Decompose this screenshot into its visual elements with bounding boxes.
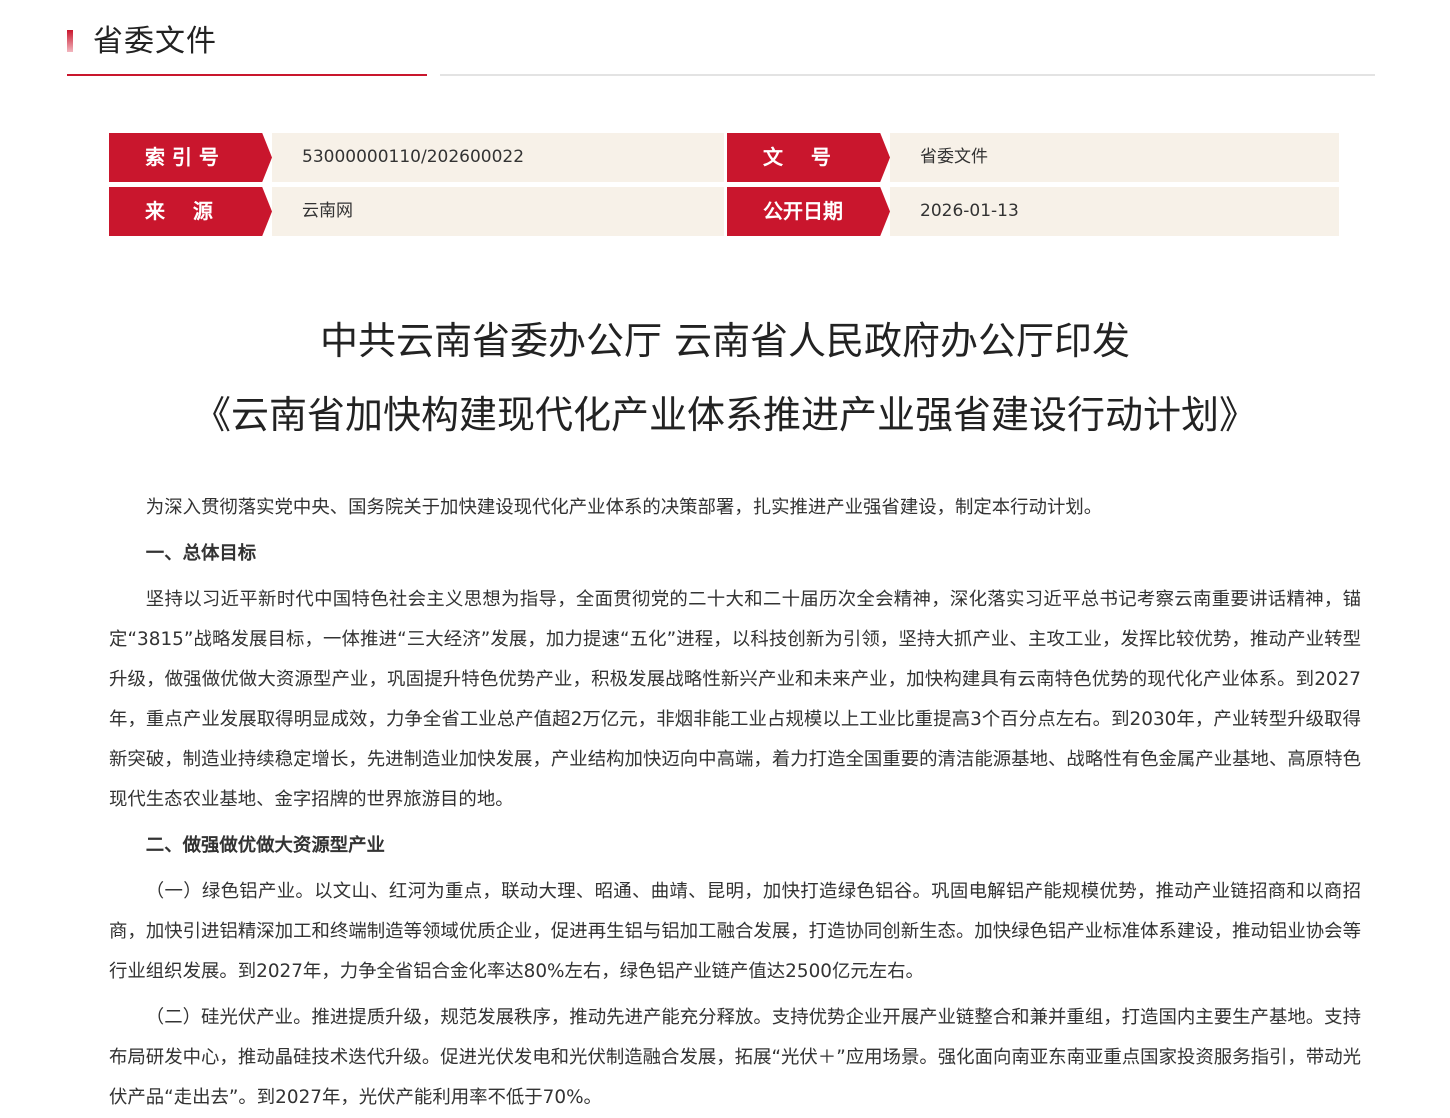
document-body: 为深入贯彻落实党中央、国务院关于加快建设现代化产业体系的决策部署，扎实推进产业强…: [109, 488, 1361, 1118]
doc-number-label: 文 号: [727, 133, 890, 182]
intro-paragraph: 为深入贯彻落实党中央、国务院关于加快建设现代化产业体系的决策部署，扎实推进产业强…: [145, 497, 1103, 518]
index-label: 索 引 号: [109, 133, 272, 182]
source-label: 来 源: [109, 187, 272, 236]
source-value: 云南网: [272, 187, 724, 236]
section-heading: 二、做强做优做大资源型产业: [145, 835, 385, 856]
header-underline: [440, 74, 1375, 76]
document-title-line2: 《云南省加快构建现代化产业体系推进产业强省建设行动计划》: [192, 393, 1257, 437]
body-paragraph: （二）硅光伏产业。推进提质升级，规范发展秩序，推动先进产能充分释放。支持优势企业…: [109, 1007, 1361, 1108]
meta-row: 来 源 云南网 公开日期 2026-01-13: [109, 187, 1339, 236]
section-header: 省委文件: [67, 20, 1375, 80]
doc-number-value: 省委文件: [890, 133, 1339, 182]
meta-row: 索 引 号 53000000110/202600022 文 号 省委文件: [109, 133, 1339, 182]
document-title-line1: 中共云南省委办公厅 云南省人民政府办公厅印发: [319, 319, 1131, 363]
section-title: 省委文件: [93, 24, 217, 59]
header-underline-accent: [67, 74, 427, 76]
body-paragraph: （一）绿色铝产业。以文山、红河为重点，联动大理、昭通、曲靖、昆明，加快打造绿色铝…: [109, 881, 1361, 982]
publish-date-label: 公开日期: [727, 187, 890, 236]
section-marker: [67, 30, 73, 52]
section-heading: 一、总体目标: [145, 543, 257, 564]
index-value: 53000000110/202600022: [272, 133, 724, 182]
body-paragraph: 坚持以习近平新时代中国特色社会主义思想为指导，全面贯彻党的二十大和二十届历次全会…: [109, 589, 1361, 810]
publish-date-value: 2026-01-13: [890, 187, 1339, 236]
